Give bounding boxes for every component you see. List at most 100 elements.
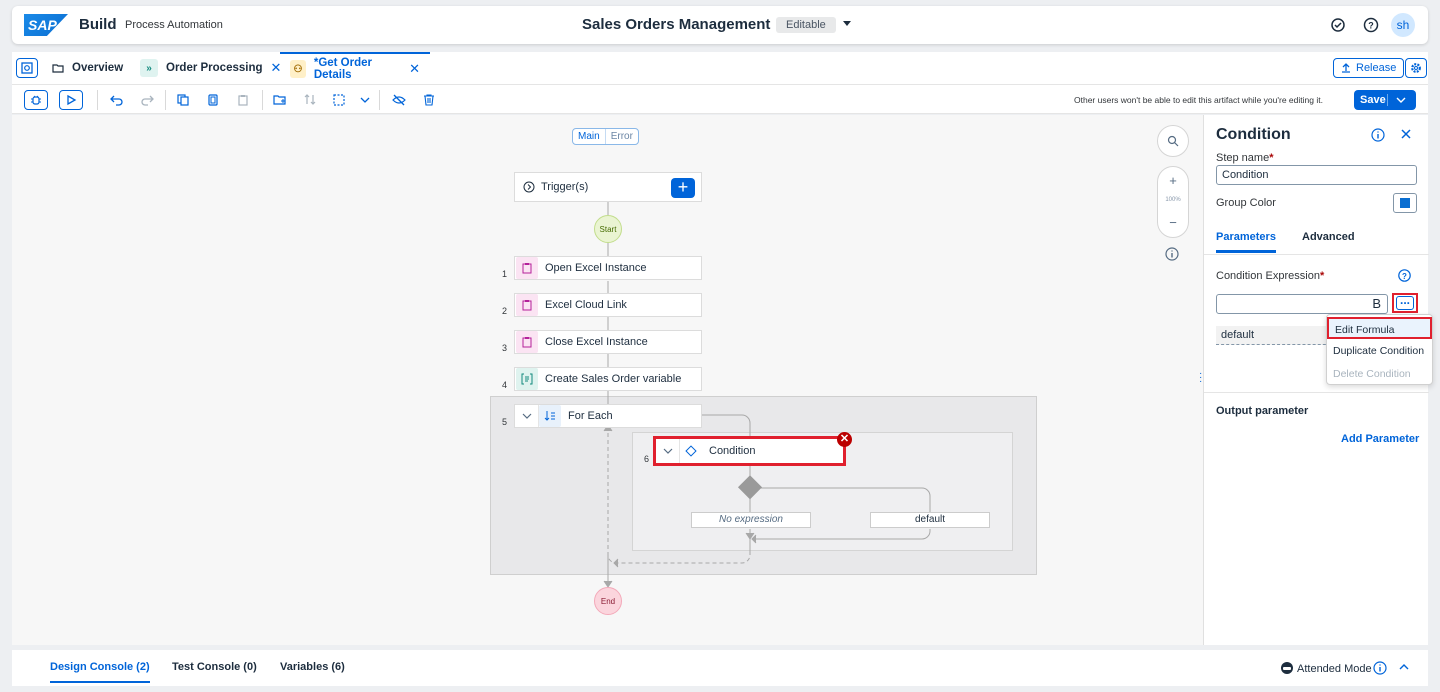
tab-advanced[interactable]: Advanced	[1302, 231, 1355, 250]
debug-icon[interactable]	[24, 90, 48, 110]
step-condition[interactable]: Condition	[653, 436, 846, 466]
settings-button[interactable]	[1405, 58, 1427, 78]
zoom-control: + 100% −	[1157, 166, 1189, 238]
product-name: Process Automation	[125, 19, 223, 31]
tab-overview[interactable]: Overview	[42, 52, 133, 84]
menu-item-edit-formula[interactable]: Edit Formula	[1327, 317, 1432, 339]
copy-icon[interactable]	[174, 91, 192, 109]
automation-icon: ⚇	[290, 60, 306, 78]
group-color-picker[interactable]	[1393, 193, 1417, 213]
step-open-excel-instance[interactable]: Open Excel Instance	[514, 256, 702, 280]
chevron-down-icon[interactable]	[1388, 96, 1406, 104]
zoom-in-icon[interactable]: +	[1158, 173, 1188, 188]
avatar[interactable]: sh	[1391, 13, 1415, 37]
more-options-button[interactable]: ...	[1392, 293, 1418, 313]
step-excel-cloud-link[interactable]: Excel Cloud Link	[514, 293, 702, 317]
help-icon[interactable]: ?	[1363, 17, 1379, 33]
delete-icon[interactable]	[420, 91, 438, 109]
group-color-label: Group Color	[1216, 197, 1276, 209]
tab-label: Order Processing	[166, 62, 263, 74]
trigger-icon	[523, 181, 535, 193]
gear-icon	[1410, 62, 1422, 74]
edit-lock-note: Other users won't be able to edit this a…	[1074, 95, 1323, 105]
help-icon[interactable]: ?	[1398, 269, 1411, 282]
toolbar-divider	[262, 90, 263, 110]
feedback-icon[interactable]	[1330, 17, 1346, 33]
start-node: Start	[594, 215, 622, 243]
color-swatch	[1400, 198, 1410, 208]
step-number: 6	[644, 454, 650, 464]
svg-text:?: ?	[1368, 21, 1374, 31]
redo-icon	[138, 91, 156, 109]
step-name-input[interactable]: Condition	[1216, 165, 1417, 185]
resize-handle[interactable]: · · ·	[1199, 369, 1202, 387]
release-button[interactable]: Release	[1333, 58, 1405, 78]
step-label: Open Excel Instance	[545, 262, 647, 274]
tab-variables[interactable]: Variables (6)	[280, 661, 345, 681]
error-badge-icon[interactable]: ✕	[837, 432, 852, 447]
project-title: Sales Orders Management	[582, 16, 771, 33]
save-label: Save	[1354, 94, 1388, 106]
workflow-canvas[interactable]: Main Error Trigger(s) + Start End 1 Open…	[12, 115, 1203, 645]
search-button[interactable]	[1157, 125, 1189, 157]
zoom-out-icon[interactable]: −	[1158, 215, 1188, 230]
trigger-node[interactable]: Trigger(s) +	[514, 172, 702, 202]
toolbar: Other users won't be able to edit this a…	[12, 84, 1428, 114]
step-label: Create Sales Order variable	[545, 373, 682, 385]
clipboard-icon	[516, 331, 538, 353]
chevron-down-icon[interactable]	[356, 91, 374, 109]
add-folder-icon[interactable]	[271, 91, 289, 109]
close-icon[interactable]: ✕	[409, 61, 420, 77]
condition-diamond-icon	[680, 440, 702, 462]
chevron-down-icon[interactable]	[515, 405, 539, 427]
paste-icon	[234, 91, 252, 109]
step-label: Excel Cloud Link	[545, 299, 627, 311]
sap-logo: SAP	[24, 14, 68, 36]
toolbar-divider	[379, 90, 380, 110]
save-button[interactable]: Save	[1354, 90, 1416, 110]
upload-icon	[1341, 63, 1351, 73]
condition-expression-input[interactable]: B	[1216, 294, 1388, 314]
menu-item-delete-condition: Delete Condition	[1333, 368, 1411, 380]
add-parameter-link[interactable]: Add Parameter	[1341, 433, 1419, 445]
tab-parameters[interactable]: Parameters	[1216, 231, 1276, 253]
step-number: 3	[502, 343, 508, 353]
editable-badge: Editable	[776, 17, 836, 33]
tab-test-console[interactable]: Test Console (0)	[172, 661, 257, 681]
run-icon[interactable]	[59, 90, 83, 110]
tab-design-console[interactable]: Design Console (2)	[50, 661, 150, 683]
tab-order-processing[interactable]: » Order Processing ✕	[130, 52, 291, 84]
step-close-excel-instance[interactable]: Close Excel Instance	[514, 330, 702, 354]
info-icon[interactable]	[1371, 128, 1385, 142]
select-icon[interactable]	[330, 91, 348, 109]
folder-icon	[52, 63, 64, 73]
variable-icon	[516, 368, 538, 390]
trigger-label: Trigger(s)	[541, 181, 589, 193]
info-icon[interactable]	[1373, 661, 1387, 675]
close-icon[interactable]	[1400, 128, 1412, 140]
formula-icon[interactable]: B	[1372, 296, 1381, 311]
tab-label: Overview	[72, 62, 124, 74]
clipboard-icon	[516, 294, 538, 316]
chevron-up-icon[interactable]	[1399, 663, 1409, 671]
step-number: 2	[502, 306, 508, 316]
menu-item-duplicate-condition[interactable]: Duplicate Condition	[1327, 340, 1432, 362]
end-node: End	[594, 587, 622, 615]
duplicate-icon[interactable]	[204, 91, 222, 109]
step-for-each[interactable]: For Each	[514, 404, 702, 428]
search-artifacts-icon[interactable]	[16, 58, 38, 78]
tab-get-order-details[interactable]: ⚇ *Get Order Details ✕	[280, 52, 430, 84]
info-icon[interactable]	[1165, 247, 1179, 261]
branch-no-expression[interactable]: No expression	[691, 512, 811, 528]
step-create-sales-order-variable[interactable]: Create Sales Order variable	[514, 367, 702, 391]
hide-icon[interactable]	[390, 91, 408, 109]
branch-default[interactable]: default	[870, 512, 990, 528]
step-label: Close Excel Instance	[545, 336, 648, 348]
project-menu-caret-icon[interactable]	[842, 20, 852, 28]
zoom-level: 100%	[1165, 197, 1181, 203]
undo-icon[interactable]	[108, 91, 126, 109]
chevron-down-icon[interactable]	[656, 439, 680, 463]
default-branch-row[interactable]: default	[1216, 326, 1336, 345]
add-trigger-button[interactable]: +	[671, 178, 695, 198]
svg-text:?: ?	[1402, 272, 1407, 281]
